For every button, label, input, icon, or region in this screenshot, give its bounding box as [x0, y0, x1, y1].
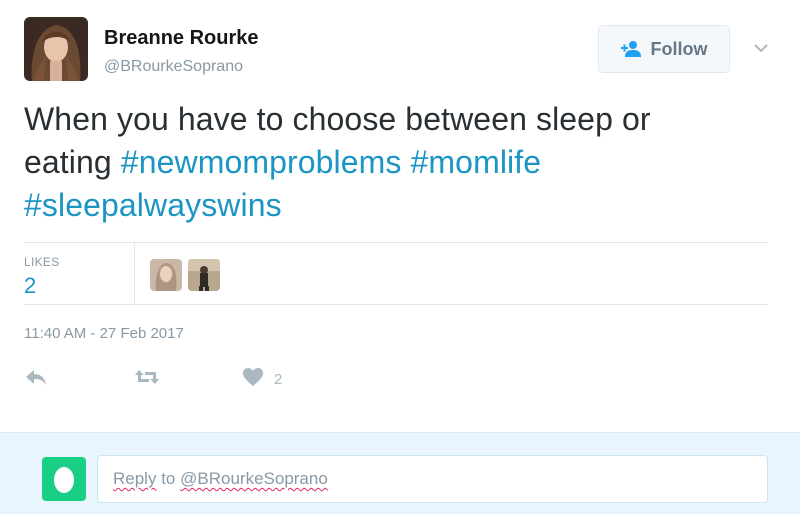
- like-button[interactable]: 2: [242, 366, 282, 392]
- likes-count[interactable]: 2: [24, 273, 36, 299]
- tweet-header: Breanne Rourke @BRourkeSoprano Follow: [24, 17, 776, 81]
- follow-button-label: Follow: [650, 38, 708, 59]
- profile-avatar[interactable]: [24, 17, 88, 81]
- reply-icon: [24, 367, 48, 392]
- tweet-text: When you have to choose between sleep or…: [24, 98, 764, 227]
- tweet-timestamp[interactable]: 11:40 AM - 27 Feb 2017: [24, 325, 184, 342]
- hashtag-link[interactable]: #momlife: [411, 144, 542, 180]
- egg-avatar-icon: [42, 457, 86, 501]
- likes-label: LIKES: [24, 255, 60, 269]
- hashtag-link[interactable]: #newmomproblems: [121, 144, 402, 180]
- reply-placeholder-handle: @BRourkeSoprano: [180, 469, 328, 488]
- retweet-button[interactable]: [134, 366, 160, 392]
- tweet-stats: LIKES 2: [24, 243, 768, 304]
- like-count: 2: [274, 370, 283, 388]
- heart-icon: [242, 367, 264, 392]
- reply-placeholder-word: Reply: [113, 469, 157, 488]
- chevron-down-icon[interactable]: [752, 39, 770, 57]
- user-display-name[interactable]: Breanne Rourke: [104, 27, 259, 50]
- tweet-actions: 2: [24, 366, 424, 392]
- stat-separator: [134, 243, 135, 304]
- tweet-text-word: eating: [24, 144, 112, 180]
- tweet-text-line1: When you have to choose between sleep or: [24, 101, 651, 137]
- hashtag-link[interactable]: #sleepalwayswins: [24, 187, 282, 223]
- divider: [24, 304, 768, 305]
- reply-placeholder-to: to: [161, 469, 176, 488]
- follow-button[interactable]: Follow: [598, 25, 730, 73]
- user-handle[interactable]: @BRourkeSoprano: [104, 58, 243, 76]
- reply-area: Reply to @BRourkeSoprano: [0, 432, 800, 514]
- liker-avatar[interactable]: [150, 259, 182, 291]
- reply-button[interactable]: [24, 366, 48, 392]
- liker-avatar[interactable]: [188, 259, 220, 291]
- add-user-icon: [620, 40, 643, 58]
- retweet-icon: [134, 367, 160, 392]
- reply-input[interactable]: Reply to @BRourkeSoprano: [97, 455, 768, 503]
